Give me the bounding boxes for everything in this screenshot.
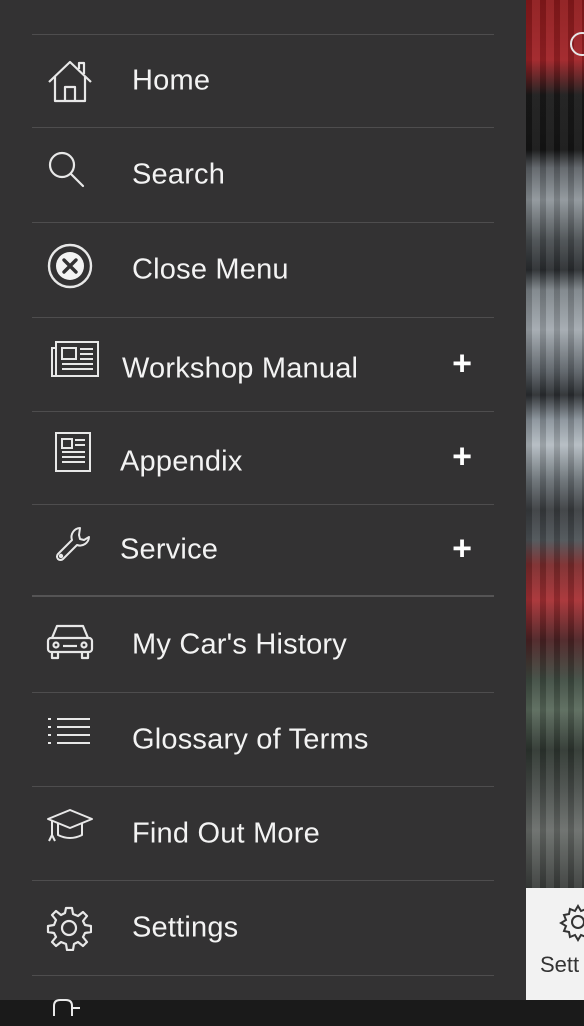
expand-icon[interactable]: + [452,532,472,566]
menu-item-appendix[interactable]: Appendix + [32,412,494,505]
close-icon [46,242,94,290]
menu-item-service[interactable]: Service + [32,505,494,597]
menu-item-label: Search [132,158,226,191]
menu-item-my-cars-history[interactable]: My Car's History [32,597,494,693]
graduation-cap-icon [46,807,94,845]
menu-item-label: Find Out More [132,817,320,849]
car-icon [46,622,94,660]
gear-icon[interactable] [558,902,584,942]
drawer-menu: Home Search Close Menu Workshop Manual +… [0,35,526,1026]
tab-settings-label[interactable]: Sett [540,952,579,978]
menu-item-label: Service [120,533,219,566]
menu-item-label: My Car's History [132,628,347,660]
partial-icon [50,996,90,1016]
list-icon [46,717,92,747]
menu-item-label: Settings [132,911,239,944]
navigation-drawer: Home Search Close Menu Workshop Manual +… [0,0,526,1016]
bottom-tab-bar: Sett [526,888,584,1000]
search-icon [46,149,86,189]
wrench-icon [54,524,94,564]
menu-item-label: Home [132,64,211,97]
expand-icon[interactable]: + [452,346,472,380]
menu-item-home[interactable]: Home [32,35,494,128]
menu-item-search[interactable]: Search [32,128,494,223]
menu-item-close-menu[interactable]: Close Menu [32,223,494,318]
menu-item-settings[interactable]: Settings [32,881,494,976]
menu-item-label: Close Menu [132,253,289,286]
newspaper-icon [48,338,100,380]
document-icon [54,431,92,473]
menu-item-label: Appendix [120,445,243,478]
menu-item-label: Workshop Manual [122,352,359,384]
gear-icon [46,905,92,951]
background-content: Sett [526,0,584,1000]
menu-item-glossary-of-terms[interactable]: Glossary of Terms [32,693,494,787]
background-photo [526,0,584,888]
home-icon [46,58,94,104]
menu-item-partial[interactable] [32,976,494,1026]
expand-icon[interactable]: + [452,440,472,474]
menu-item-find-out-more[interactable]: Find Out More [32,787,494,881]
menu-item-label: Glossary of Terms [132,723,369,755]
menu-item-workshop-manual[interactable]: Workshop Manual + [32,318,494,412]
